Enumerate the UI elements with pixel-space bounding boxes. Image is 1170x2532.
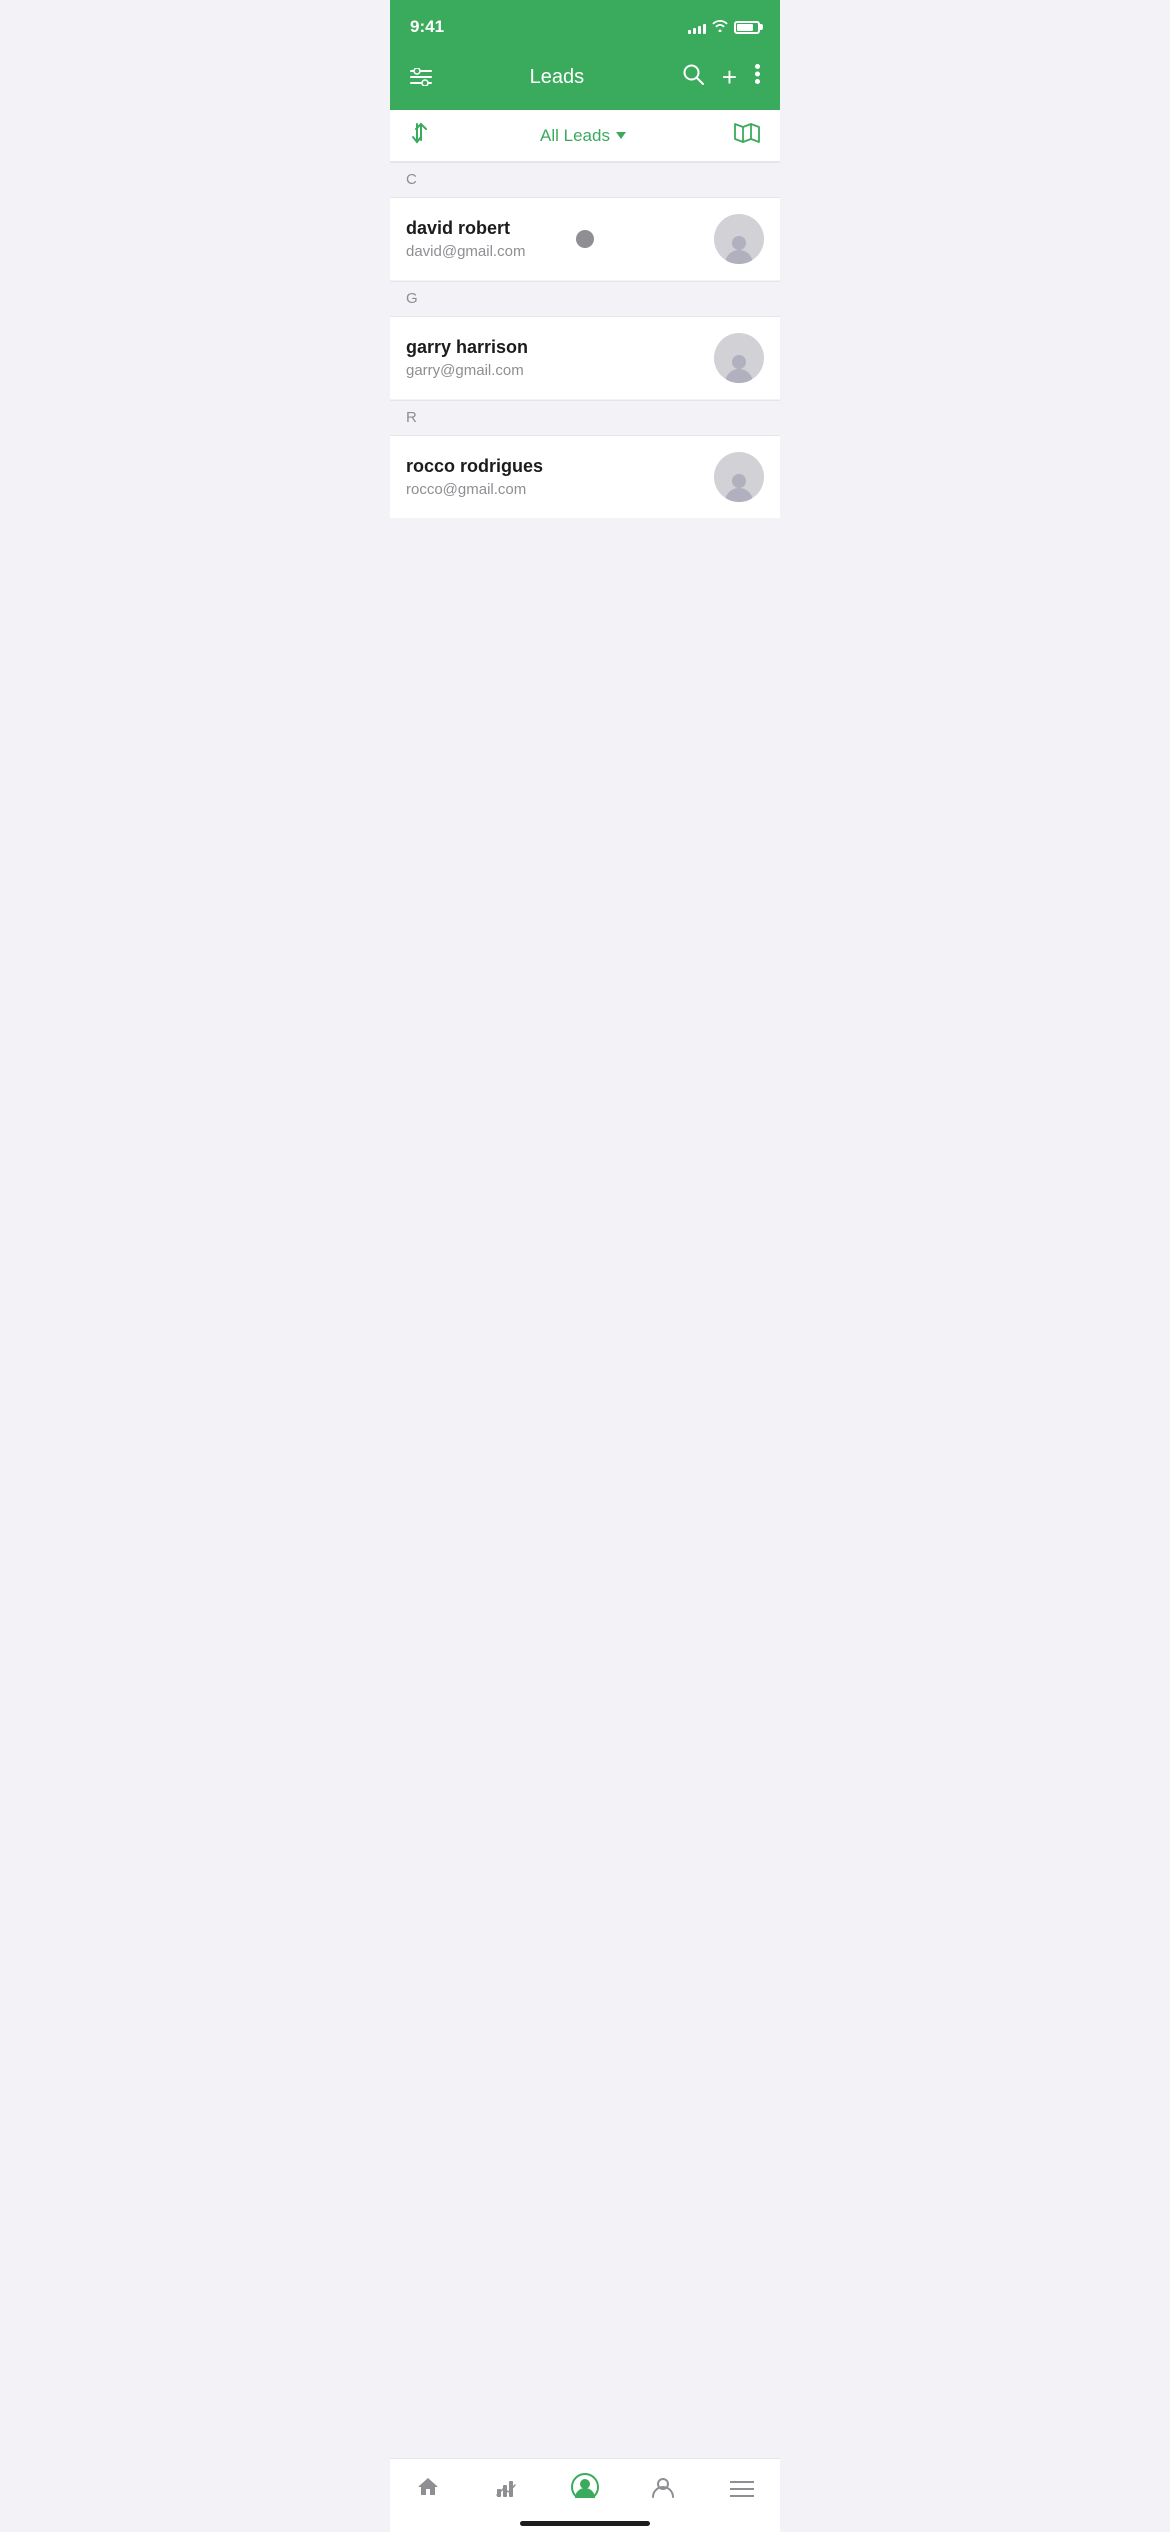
lead-info: david robert david@gmail.com — [406, 218, 714, 260]
nav-item-analytics[interactable]: Analytics — [475, 2471, 539, 2526]
nav-item-more[interactable]: More — [712, 2473, 772, 2525]
status-bar: 9:41 — [390, 0, 780, 50]
battery-icon — [734, 21, 760, 34]
status-time: 9:41 — [410, 17, 444, 37]
section-letter-c: C — [406, 171, 417, 188]
lead-info: garry harrison garry@gmail.com — [406, 337, 714, 379]
app-header: Leads + — [390, 50, 780, 110]
lead-avatar — [714, 452, 764, 502]
nav-item-home[interactable]: Home — [398, 2471, 458, 2526]
header-actions: + — [682, 62, 760, 93]
settings-filter-icon[interactable] — [410, 68, 432, 86]
section-header-r: R — [390, 400, 780, 436]
nav-item-contacts[interactable]: Contacts — [632, 2471, 695, 2526]
nav-label-contacts: Contacts — [642, 2510, 685, 2522]
avatar-silhouette — [722, 230, 756, 264]
lead-avatar — [714, 333, 764, 383]
section-header-g: G — [390, 281, 780, 317]
nav-label-leads: Leads — [570, 2512, 600, 2524]
section-letter-r: R — [406, 409, 417, 426]
section-header-c: C — [390, 162, 780, 198]
lead-name: rocco rodrigues — [406, 456, 714, 477]
search-icon[interactable] — [682, 63, 704, 91]
section-letter-g: G — [406, 290, 418, 307]
status-icons — [688, 19, 760, 35]
lead-email: rocco@gmail.com — [406, 481, 714, 498]
nav-item-leads[interactable]: Leads — [555, 2469, 615, 2528]
more-nav-icon — [730, 2477, 754, 2505]
add-icon[interactable]: + — [722, 62, 737, 93]
avatar-silhouette — [722, 468, 756, 502]
nav-label-more: More — [729, 2509, 754, 2521]
header-left — [410, 68, 432, 86]
lead-status-dot — [576, 230, 594, 248]
sort-icon[interactable] — [410, 122, 432, 149]
lead-email: garry@gmail.com — [406, 362, 714, 379]
lead-name: garry harrison — [406, 337, 714, 358]
lead-item-david-robert[interactable]: david robert david@gmail.com — [390, 198, 780, 281]
empty-content-area — [390, 519, 780, 2412]
lead-item-rocco-rodrigues[interactable]: rocco rodrigues rocco@gmail.com — [390, 436, 780, 519]
map-icon[interactable] — [734, 122, 760, 149]
contacts-icon — [651, 2475, 675, 2506]
page-title: Leads — [432, 66, 682, 89]
lead-email: david@gmail.com — [406, 243, 714, 260]
lead-name: david robert — [406, 218, 714, 239]
leads-icon — [571, 2473, 599, 2508]
home-icon — [416, 2475, 440, 2506]
analytics-icon — [495, 2475, 519, 2506]
lead-avatar — [714, 214, 764, 264]
nav-label-analytics: Analytics — [485, 2510, 529, 2522]
more-icon[interactable] — [755, 64, 760, 90]
filter-bar: All Leads — [390, 110, 780, 162]
nav-label-home: Home — [414, 2510, 443, 2522]
filter-dropdown[interactable]: All Leads — [540, 126, 626, 146]
wifi-icon — [712, 19, 728, 35]
bottom-navigation: Home Analytics Leads — [390, 2458, 780, 2532]
filter-label-text: All Leads — [540, 126, 610, 146]
avatar-silhouette — [722, 349, 756, 383]
lead-item-garry-harrison[interactable]: garry harrison garry@gmail.com — [390, 317, 780, 400]
signal-bars-icon — [688, 20, 706, 34]
lead-info: rocco rodrigues rocco@gmail.com — [406, 456, 714, 498]
